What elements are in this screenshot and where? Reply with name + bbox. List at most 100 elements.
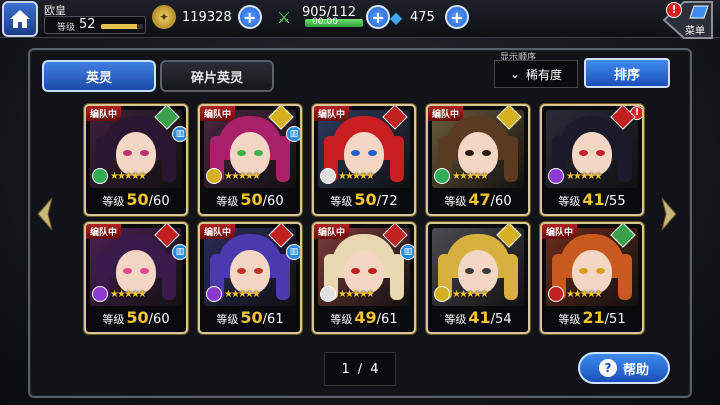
player-level-box: 等级 52 [44,16,146,34]
hero-card[interactable]: ! ★★★★★ 等级 41 /55 [540,104,644,216]
hero-face [572,132,612,176]
hero-card[interactable]: 编队中 ▥ ★★★★★ 等级 50 /61 [198,222,302,334]
hero-hair [276,254,290,300]
gem-value: 475 [410,9,435,25]
tab-heroes[interactable]: 英灵 [42,60,156,92]
hero-eye [237,150,246,156]
hero-level-label: 等级 [102,313,125,326]
hero-eye [140,150,149,156]
hero-hair [390,254,404,300]
rarity-stars: ★★★★★ [566,171,603,182]
rarity-stars: ★★★★★ [338,171,375,182]
hero-eye [254,268,263,274]
hero-level-max: /60 [262,194,284,209]
in-party-badge: 编队中 [200,224,236,239]
hero-card[interactable]: ★★★★★ 等级 41 /54 [426,222,530,334]
hero-level-current: 50 [126,190,149,209]
hero-eye [465,150,474,156]
plus-icon: + [450,7,464,27]
hero-level-max: /61 [376,312,398,327]
hero-eye [482,268,491,274]
hero-level-current: 50 [354,190,377,209]
hero-level: 等级 41 /54 [428,308,528,332]
hero-eye [123,150,132,156]
top-bar: 欧皇 等级 52 ✦ 119328 + ⚔ 905/112 + 00:00 ◆ … [0,0,720,39]
rarity-stars: ★★★★★ [224,171,261,182]
hero-level-max: /55 [604,194,626,209]
add-gold-button[interactable]: + [237,5,262,29]
hero-hair [162,254,176,300]
hero-level-current: 41 [582,190,605,209]
hero-level-current: 50 [126,308,149,327]
hero-level-label: 等级 [330,313,353,326]
hero-eye [368,268,377,274]
hero-face [344,132,384,176]
hero-level-label: 等级 [102,195,125,208]
hero-card[interactable]: 编队中 ▥ ★★★★★ 等级 50 /60 [84,222,188,334]
help-button[interactable]: ? 帮助 [578,352,670,384]
menu-alert-badge: ! [666,2,682,18]
gold-icon: ✦ [152,5,176,29]
tab-hero-fragments[interactable]: 碎片英灵 [160,60,274,92]
hero-level-current: 47 [468,190,491,209]
hero-hair [390,136,404,182]
in-party-badge: 编队中 [542,224,578,239]
hero-eye [579,268,588,274]
rarity-stars: ★★★★★ [452,171,489,182]
hero-face [230,250,270,294]
hero-level: 等级 50 /61 [200,308,300,332]
hero-level-label: 等级 [558,313,581,326]
sort-order-value: 稀有度 [526,67,563,82]
in-party-badge: 编队中 [200,106,236,121]
hero-level: 等级 50 /60 [86,190,186,214]
hero-level-max: /60 [148,194,170,209]
element-icon [434,286,450,302]
hero-card[interactable]: 编队中 ★★★★★ 等级 50 /72 [312,104,416,216]
element-icon [548,168,564,184]
hero-level-label: 等级 [444,313,467,326]
plus-icon: + [371,7,385,27]
exp-bar [101,24,143,29]
in-party-badge: 编队中 [86,224,122,239]
hero-eye [351,268,360,274]
hero-level-max: /60 [148,312,170,327]
add-gem-button[interactable]: + [444,5,469,29]
prev-page-arrow[interactable] [36,196,54,232]
player-level-label: 等级 [57,23,76,33]
hero-hair [618,254,632,300]
help-icon: ? [598,359,617,377]
hero-card[interactable]: 编队中 ★★★★★ 等级 47 /60 [426,104,530,216]
stamina-timer: 00:00 [312,17,338,27]
gold-resource: ✦ 119328 + [152,3,262,31]
hero-eye [579,150,588,156]
hero-card[interactable]: 编队中 ▥ ★★★★★ 等级 50 /60 [84,104,188,216]
element-icon [548,286,564,302]
hero-hair [504,136,518,182]
hero-hair [504,254,518,300]
hero-card[interactable]: 编队中 ★★★★★ 等级 21 /51 [540,222,644,334]
home-button[interactable] [2,1,38,37]
in-party-badge: 编队中 [86,106,122,121]
gem-icon: ◆ [389,7,403,27]
hero-level-label: 等级 [216,195,239,208]
gold-value: 119328 [182,9,232,25]
hero-card[interactable]: 编队中 ▥ ★★★★★ 等级 49 /61 [312,222,416,334]
sort-order-select[interactable]: ⌄ 稀有度 [494,60,578,88]
next-page-arrow[interactable] [660,196,678,232]
element-icon [92,286,108,302]
sort-button[interactable]: 排序 [584,58,670,88]
rarity-stars: ★★★★★ [110,171,147,182]
exp-bar-fill [101,24,137,29]
hero-level-label: 等级 [330,195,353,208]
gem-resource: ◆ 475 + [384,3,469,31]
sword-icon: ⚔ [276,7,292,27]
hero-level-max: /61 [262,312,284,327]
hero-hair [276,136,290,182]
hero-card[interactable]: 编队中 ▥ ★★★★★ 等级 50 /60 [198,104,302,216]
page-indicator: 1 / 4 [324,352,396,386]
hero-level-max: /51 [604,312,626,327]
rarity-stars: ★★★★★ [566,289,603,300]
hero-level-label: 等级 [444,195,467,208]
hero-level-current: 50 [240,190,263,209]
home-icon [10,10,30,28]
